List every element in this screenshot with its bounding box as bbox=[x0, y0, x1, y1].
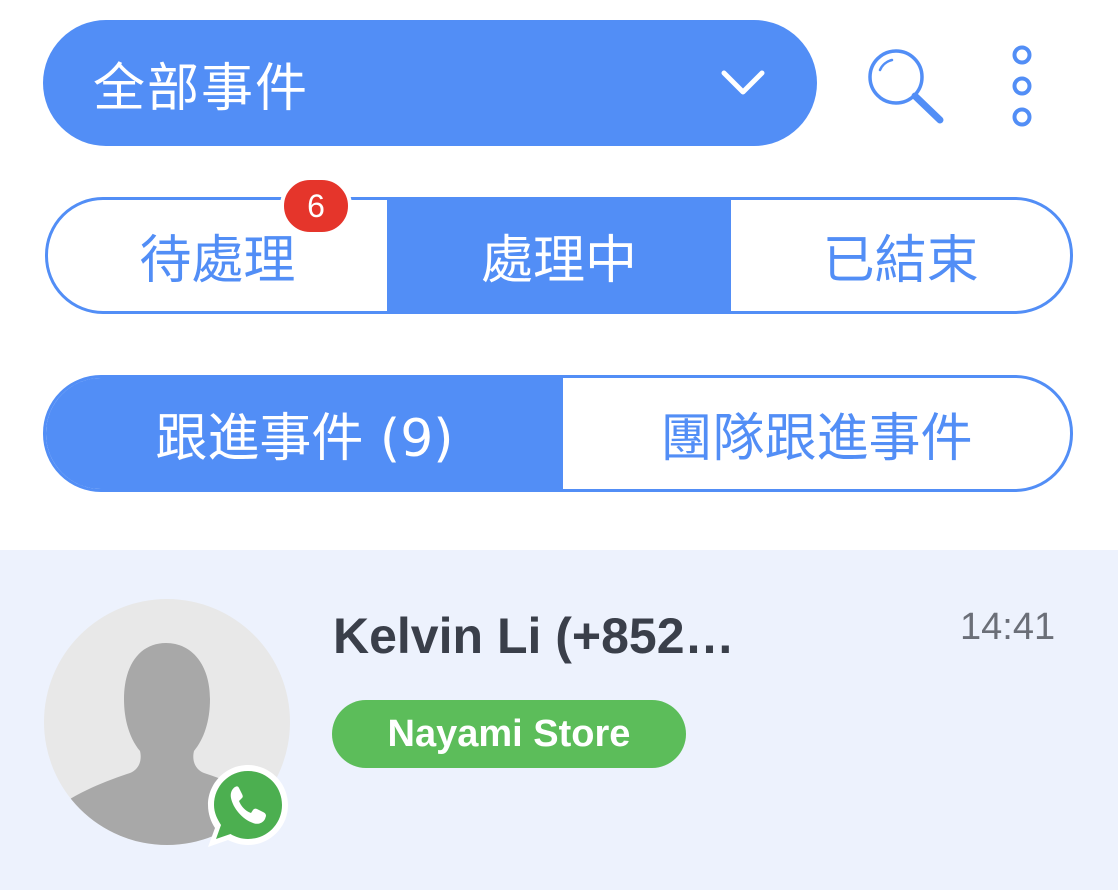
scope-tabs: 跟進事件 (9) 團隊跟進事件 bbox=[43, 375, 1073, 492]
pending-count-badge: 6 bbox=[280, 176, 352, 236]
store-tag-badge: Nayami Store bbox=[332, 700, 686, 768]
chevron-down-icon bbox=[721, 70, 765, 95]
contact-name: Kelvin Li (+852… bbox=[333, 608, 735, 664]
search-icon[interactable] bbox=[862, 44, 948, 128]
status-tabs: 待處理 處理中 已結束 bbox=[45, 197, 1073, 314]
conversation-list-panel: 全部事件 待處理 處理中 已結束 6 跟進事件 (9) 團隊跟進事件 Kelvi… bbox=[0, 0, 1118, 890]
tab-in-progress[interactable]: 處理中 bbox=[386, 200, 729, 311]
event-filter-dropdown[interactable]: 全部事件 bbox=[43, 20, 817, 146]
tab-closed[interactable]: 已結束 bbox=[728, 200, 1070, 311]
message-timestamp: 14:41 bbox=[960, 606, 1056, 648]
more-vertical-icon[interactable] bbox=[1004, 42, 1040, 130]
tab-team-followups[interactable]: 團隊跟進事件 bbox=[563, 378, 1070, 489]
tab-my-followups[interactable]: 跟進事件 (9) bbox=[46, 378, 563, 489]
event-filter-label: 全部事件 bbox=[93, 58, 310, 119]
whatsapp-icon bbox=[208, 765, 288, 847]
